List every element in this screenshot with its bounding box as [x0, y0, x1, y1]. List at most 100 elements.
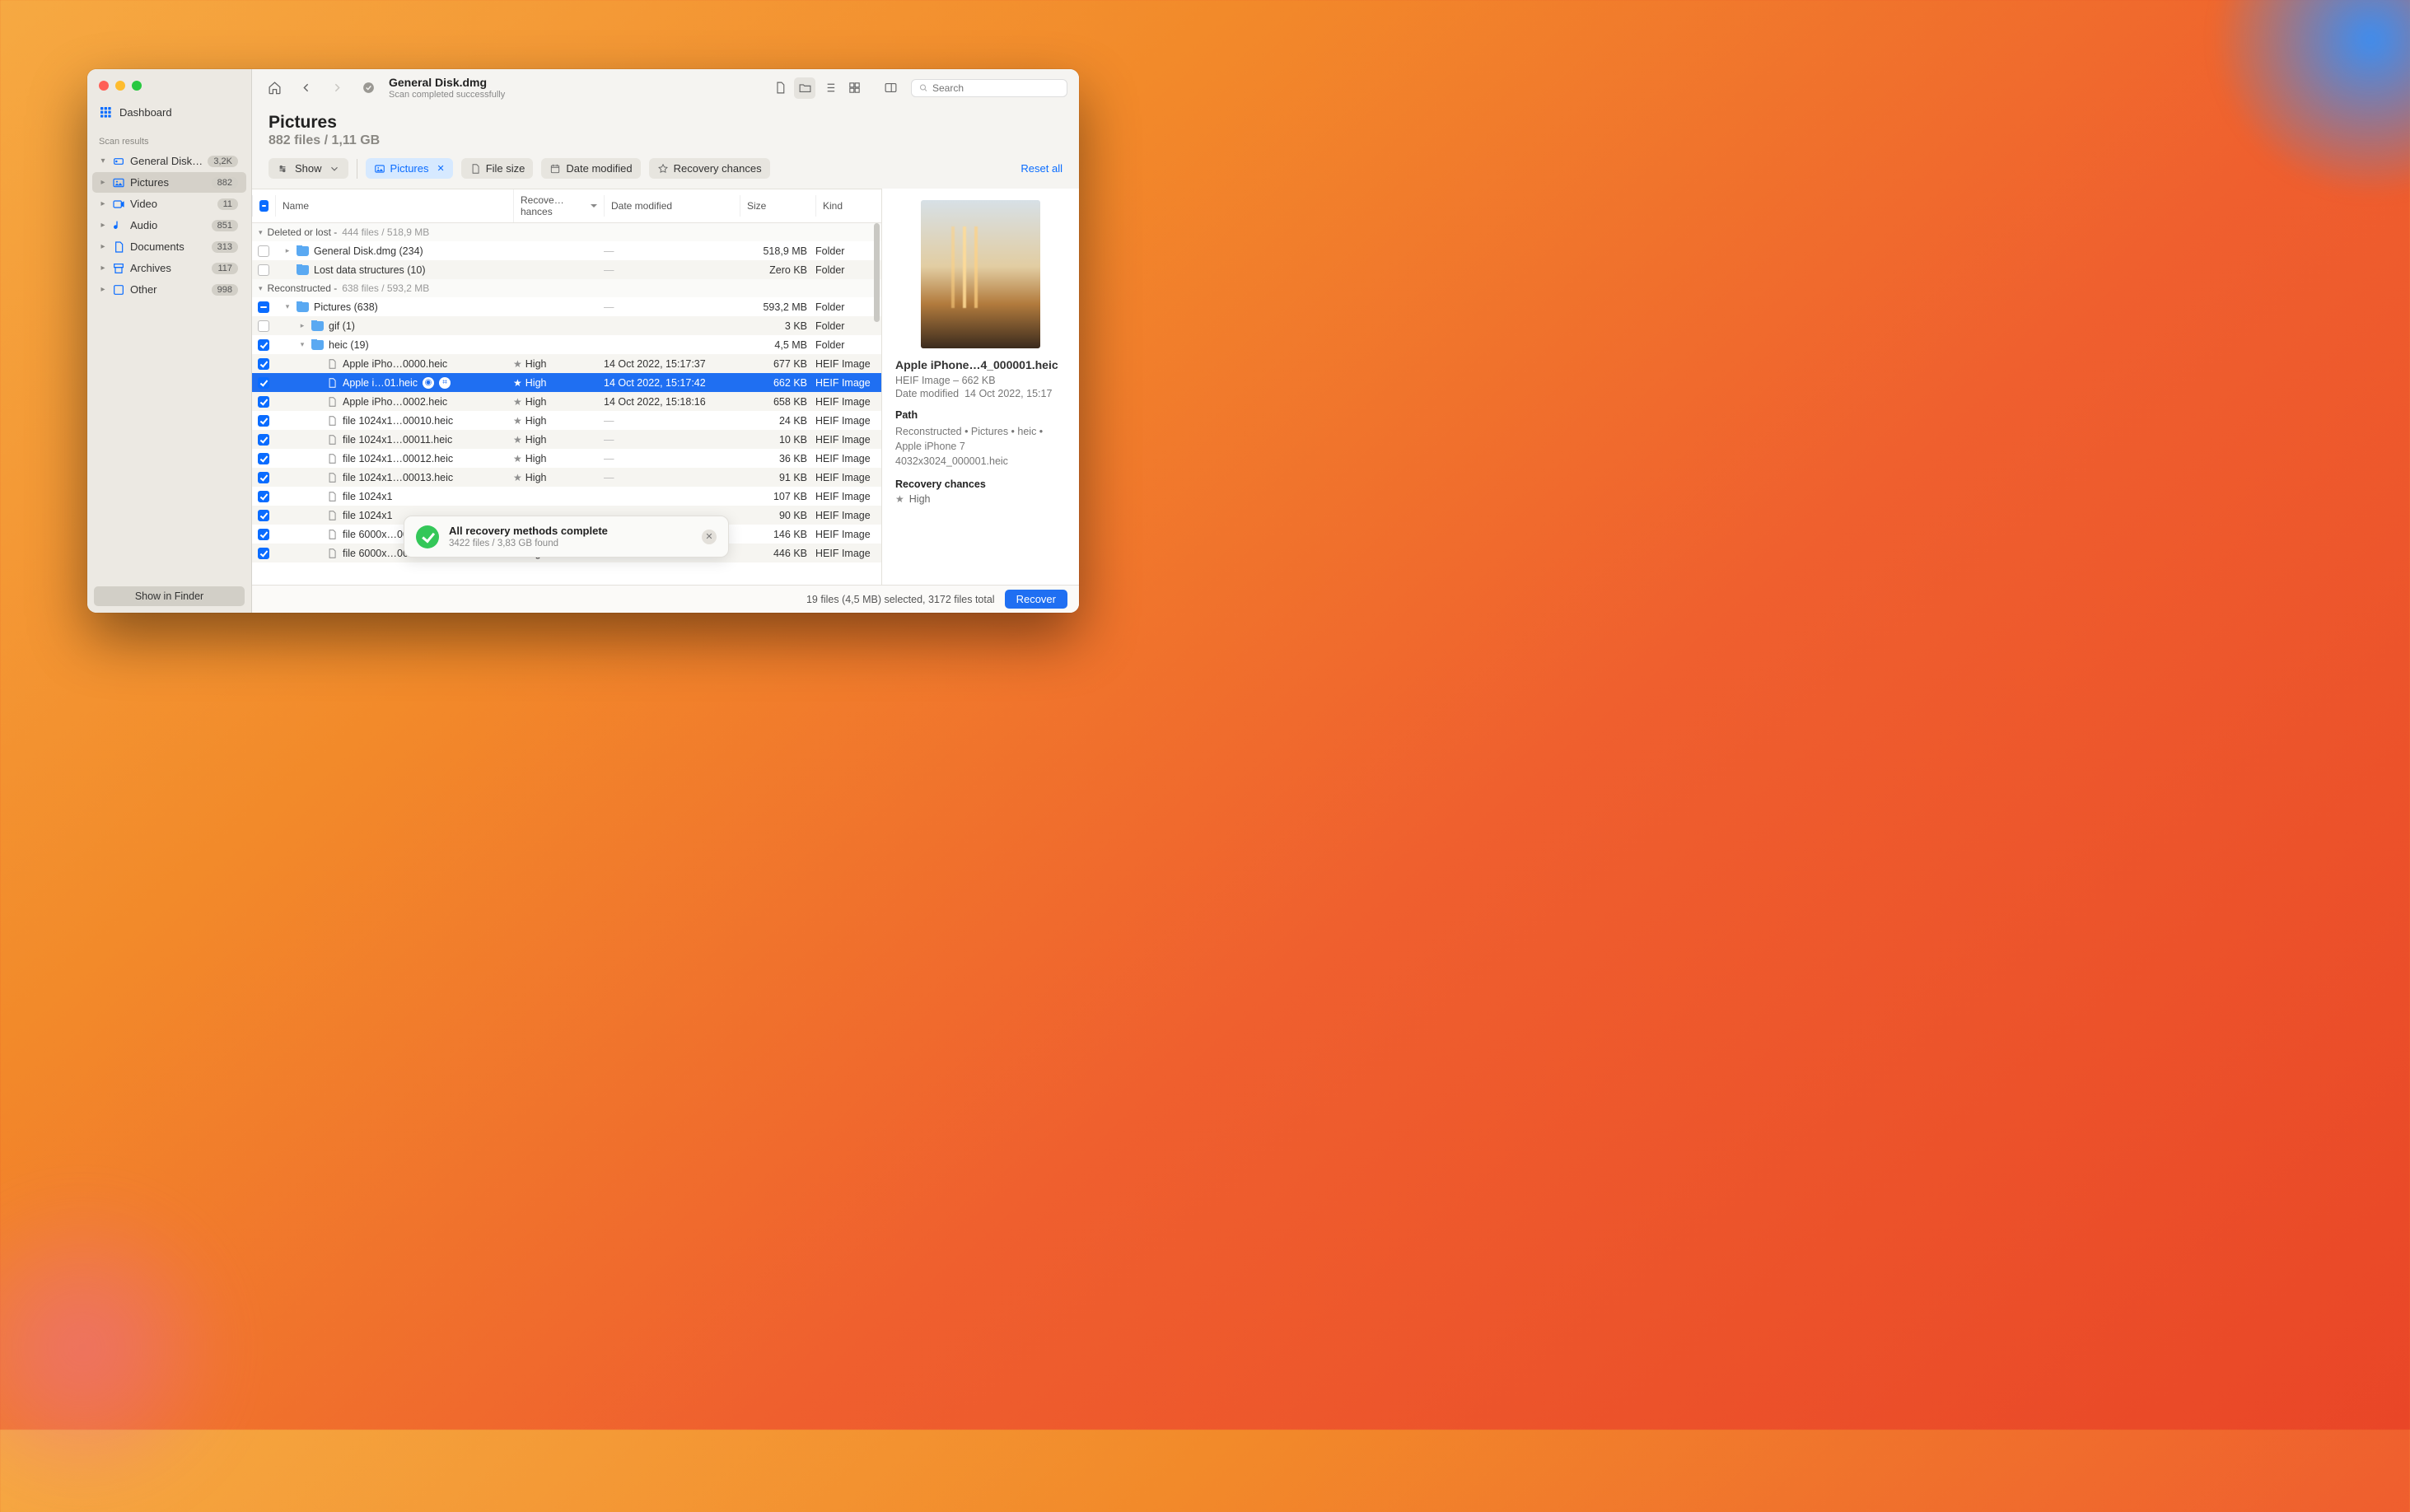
disclosure-triangle-icon[interactable]: ▾ [298, 340, 306, 349]
disclosure-triangle-icon[interactable]: ▸ [99, 285, 107, 294]
disclosure-triangle-icon[interactable]: ▸ [99, 221, 107, 230]
table-row[interactable]: file 1024x1…00012.heic★High—36 KBHEIF Im… [252, 449, 881, 468]
folder-icon [297, 265, 309, 275]
sidebar-item-video[interactable]: ▸Video11 [92, 194, 246, 214]
file-name: Apple iPho…0002.heic [343, 396, 447, 408]
disclosure-triangle-icon[interactable]: ▸ [99, 242, 107, 251]
home-button[interactable] [264, 77, 285, 99]
kind-value: HEIF Image [815, 358, 881, 370]
kind-value: Folder [815, 339, 881, 351]
select-all-checkbox[interactable] [259, 200, 269, 212]
column-name[interactable]: Name [275, 195, 513, 217]
search-input[interactable] [932, 82, 1060, 94]
recovery-chance-value: High [525, 434, 547, 446]
row-checkbox[interactable] [258, 301, 269, 313]
row-checkbox[interactable] [258, 358, 269, 370]
view-folder-button[interactable] [794, 77, 815, 99]
view-grid-button[interactable] [843, 77, 865, 99]
sidebar-item-pictures[interactable]: ▸Pictures882 [92, 172, 246, 193]
table-row[interactable]: file 1024x1…00010.heic★High—24 KBHEIF Im… [252, 411, 881, 430]
column-date-modified[interactable]: Date modified [604, 195, 740, 217]
table-row[interactable]: Apple iPho…0000.heic★High14 Oct 2022, 15… [252, 354, 881, 373]
table-row[interactable]: ▾Pictures (638)—593,2 MBFolder [252, 297, 881, 316]
table-row[interactable]: Lost data structures (10)—Zero KBFolder [252, 260, 881, 279]
kind-value: HEIF Image [815, 415, 881, 427]
toggle-sidebar-button[interactable] [880, 77, 901, 99]
row-checkbox[interactable] [258, 245, 269, 257]
sidebar-item-general-disk-dmg[interactable]: ▾General Disk.dmg3,2K [92, 151, 246, 171]
minimize-window-button[interactable] [115, 81, 125, 91]
column-recovery-chances[interactable]: Recove…hances [513, 189, 604, 222]
row-checkbox[interactable] [258, 472, 269, 483]
table-row[interactable]: ▸General Disk.dmg (234)—518,9 MBFolder [252, 241, 881, 260]
recover-button[interactable]: Recover [1005, 590, 1067, 609]
sidebar-item-archives[interactable]: ▸Archives117 [92, 258, 246, 278]
table-row[interactable]: Apple iPho…0002.heic★High14 Oct 2022, 15… [252, 392, 881, 411]
toast-close-button[interactable]: ✕ [702, 530, 717, 544]
reset-all-button[interactable]: Reset all [1021, 162, 1063, 175]
table-row[interactable]: file 1024x1…00011.heic★High—10 KBHEIF Im… [252, 430, 881, 449]
heif-file-icon [326, 453, 338, 464]
row-checkbox[interactable] [258, 548, 269, 559]
disclosure-triangle-icon[interactable]: ▸ [298, 321, 306, 330]
disclosure-triangle-icon[interactable]: ▸ [99, 178, 107, 187]
row-checkbox[interactable] [258, 453, 269, 464]
sidebar-item-count: 3,2K [208, 156, 238, 167]
filter-chip-date-modified[interactable]: Date modified [541, 158, 640, 179]
raw-badge-icon[interactable]: ⌗ [439, 377, 451, 389]
disclosure-triangle-icon[interactable]: ▾ [99, 156, 107, 166]
disclosure-triangle-icon[interactable]: ▾ [283, 302, 292, 311]
view-document-button[interactable] [769, 77, 791, 99]
star-icon: ★ [513, 415, 522, 427]
table-row[interactable]: file 1024x1107 KBHEIF Image [252, 487, 881, 506]
recovery-chance-value: High [525, 377, 547, 389]
selection-status: 19 files (4,5 MB) selected, 3172 files t… [806, 594, 995, 605]
column-size[interactable]: Size [740, 195, 815, 217]
table-group-header[interactable]: ▾Deleted or lost - 444 files / 518,9 MB [252, 223, 881, 241]
row-checkbox[interactable] [258, 339, 269, 351]
show-dropdown[interactable]: Show [269, 158, 348, 179]
file-name: file 1024x1 [343, 491, 392, 502]
zoom-window-button[interactable] [132, 81, 142, 91]
disclosure-triangle-icon[interactable]: ▸ [99, 199, 107, 208]
heif-file-icon [326, 358, 338, 370]
sidebar-item-label: Audio [130, 219, 207, 231]
row-checkbox[interactable] [258, 264, 269, 276]
search-box[interactable] [911, 79, 1067, 97]
show-in-finder-button[interactable]: Show in Finder [94, 586, 245, 606]
column-kind[interactable]: Kind [815, 195, 881, 217]
table-row[interactable]: Apple i…01.heic◉⌗★High14 Oct 2022, 15:17… [252, 373, 881, 392]
filter-chip-file-size[interactable]: File size [461, 158, 534, 179]
sidebar-item-audio[interactable]: ▸Audio851 [92, 215, 246, 236]
row-checkbox[interactable] [258, 529, 269, 540]
preview-badge-icon[interactable]: ◉ [423, 377, 434, 389]
row-checkbox[interactable] [258, 320, 269, 332]
close-window-button[interactable] [99, 81, 109, 91]
sidebar-item-count: 882 [212, 177, 238, 189]
chip-remove-icon[interactable]: ✕ [434, 163, 445, 174]
forward-button[interactable] [326, 77, 348, 99]
row-checkbox[interactable] [258, 377, 269, 389]
sidebar-item-other[interactable]: ▸Other998 [92, 279, 246, 300]
table-group-header[interactable]: ▾Reconstructed - 638 files / 593,2 MB [252, 279, 881, 297]
disclosure-triangle-icon[interactable]: ▸ [99, 264, 107, 273]
table-row[interactable]: ▾heic (19)4,5 MBFolder [252, 335, 881, 354]
view-list-button[interactable] [819, 77, 840, 99]
table-row[interactable]: file 1024x1…00013.heic★High—91 KBHEIF Im… [252, 468, 881, 487]
sidebar-item-dashboard[interactable]: Dashboard [87, 100, 251, 124]
row-checkbox[interactable] [258, 491, 269, 502]
filter-chip-recovery-chances[interactable]: Recovery chances [649, 158, 770, 179]
size-value: 107 KB [740, 491, 815, 502]
disclosure-triangle-icon[interactable]: ▸ [283, 246, 292, 255]
back-button[interactable] [295, 77, 316, 99]
filter-chip-pictures[interactable]: Pictures✕ [366, 158, 453, 179]
row-checkbox[interactable] [258, 415, 269, 427]
table-row[interactable]: ▸gif (1)3 KBFolder [252, 316, 881, 335]
sidebar-item-documents[interactable]: ▸Documents313 [92, 236, 246, 257]
size-value: 36 KB [740, 453, 815, 464]
row-checkbox[interactable] [258, 434, 269, 446]
kind-value: HEIF Image [815, 453, 881, 464]
row-checkbox[interactable] [258, 510, 269, 521]
row-checkbox[interactable] [258, 396, 269, 408]
scrollbar-thumb[interactable] [874, 223, 880, 322]
